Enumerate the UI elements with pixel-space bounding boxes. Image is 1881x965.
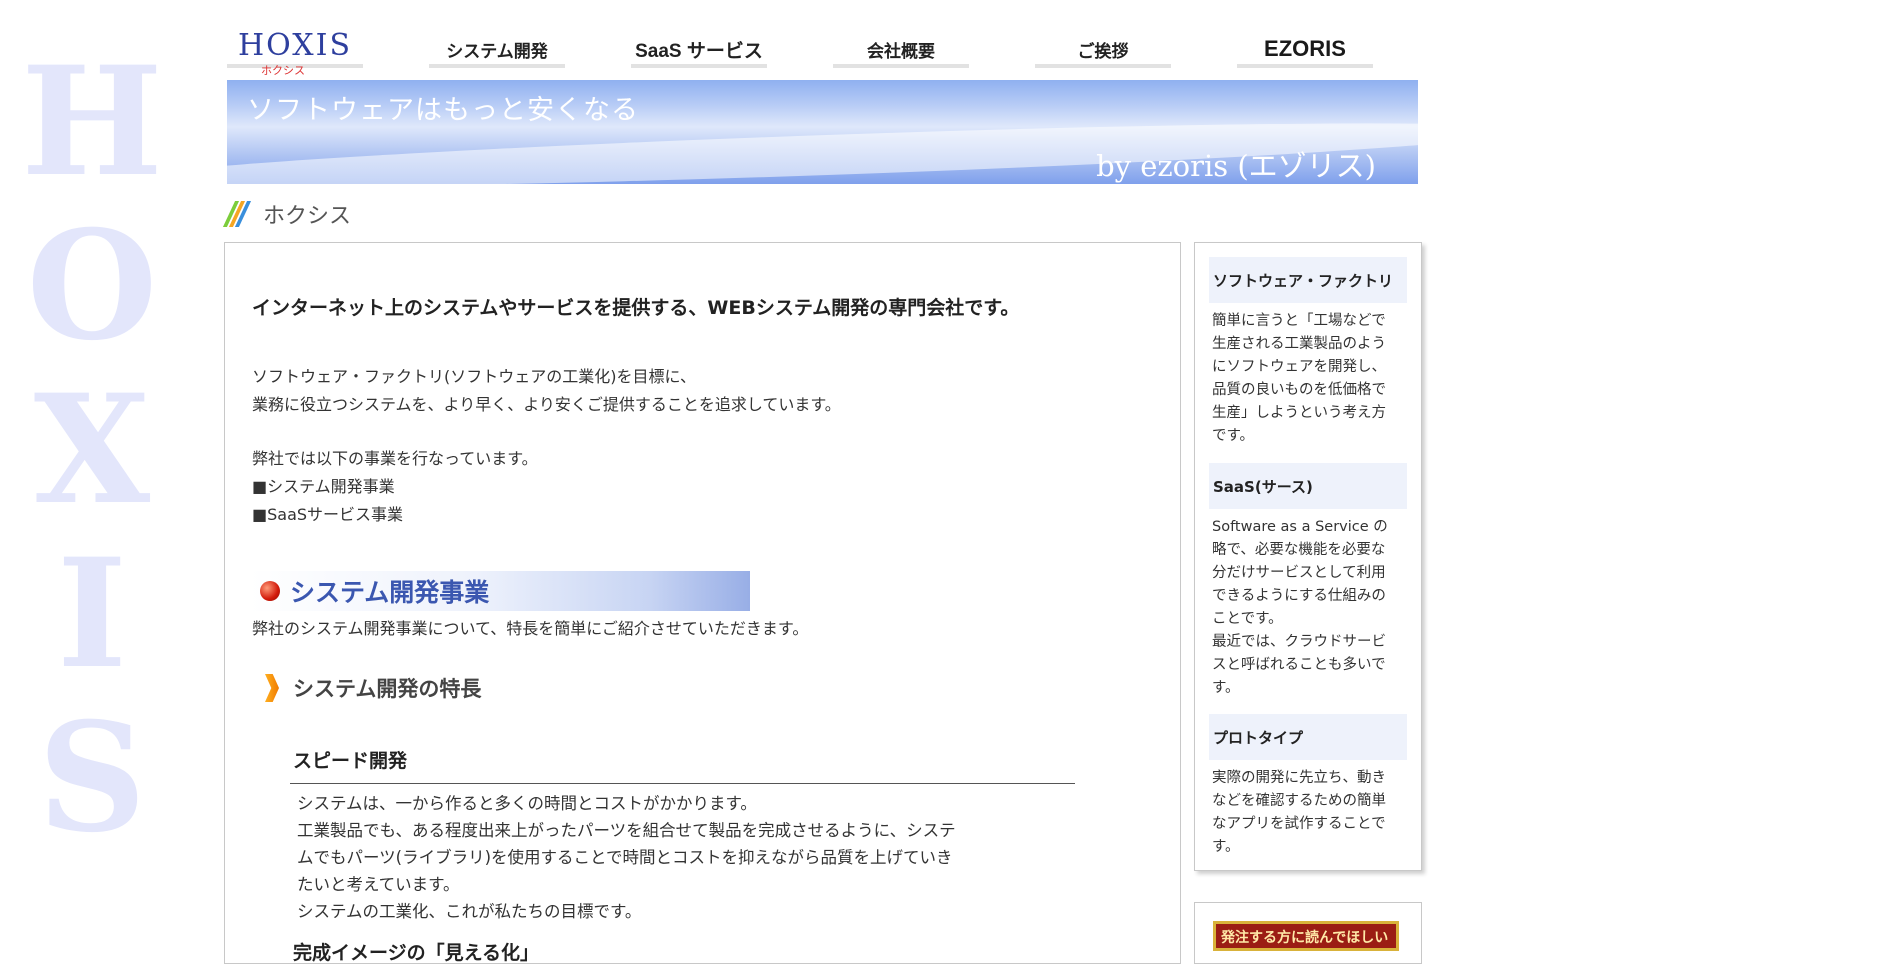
order-box: 発注する方に読んでほしい	[1194, 902, 1422, 964]
nav-greeting[interactable]: ご挨拶	[1035, 34, 1171, 68]
glossary-body: 簡単に言うと「工場などで 生産される工業製品のよう にソフトウェアを開発し、 品…	[1212, 310, 1402, 448]
logo-kana: ホクシス	[261, 64, 305, 77]
breadcrumb-label: ホクシス	[263, 204, 352, 229]
glossary-line: 品質の良いものを低価格で	[1212, 382, 1386, 398]
watermark-letter: I	[56, 526, 128, 702]
nav-ezoris-logo[interactable]: EZORIS	[1237, 34, 1373, 68]
breadcrumb: ホクシス	[222, 198, 352, 230]
business-list-intro: 弊社では以下の事業を行なっています。	[252, 449, 538, 468]
watermark-letter: H	[21, 34, 163, 210]
glossary-line: す。	[1212, 680, 1240, 696]
subsection-header: システム開発の特長	[265, 673, 481, 703]
logo-text: HOXIS	[238, 27, 352, 63]
glossary-line: できるようにする仕組みの	[1212, 588, 1386, 604]
glossary-title: プロトタイプ	[1209, 714, 1407, 760]
chevron-right-icon	[265, 674, 279, 702]
intro-line: 業務に役立つシステムを、より早く、より安くご提供することを追求しています。	[252, 395, 841, 414]
speed-line: たいと考えています。	[297, 875, 460, 894]
watermark-letter: S	[37, 690, 147, 866]
watermark-letter: X	[33, 362, 151, 538]
slashes-icon	[222, 201, 252, 227]
divider	[290, 783, 1075, 784]
next-heading: 完成イメージの「見える化」	[293, 942, 540, 964]
nav-saas-service[interactable]: SaaS サービス	[631, 34, 767, 68]
speed-line: 工業製品でも、ある程度出来上がったパーツを組合せて製品を完成させるように、システ	[297, 821, 956, 840]
glossary-body: 実際の開発に先立ち、動き などを確認するための簡単 なアプリを試作することで す…	[1212, 767, 1402, 859]
intro-paragraph: ソフトウェア・ファクトリ(ソフトウェアの工業化)を目標に、 業務に役立つシステム…	[252, 363, 841, 419]
business-list: 弊社では以下の事業を行なっています。 ■システム開発事業 ■SaaSサービス事業	[252, 445, 538, 529]
main-content: インターネット上のシステムやサービスを提供する、WEBシステム開発の専門会社です…	[224, 242, 1181, 964]
nav-system-development[interactable]: システム開発	[429, 34, 565, 68]
order-guide-button[interactable]: 発注する方に読んでほしい	[1213, 921, 1399, 951]
glossary-line: などを確認するための簡単	[1212, 793, 1386, 809]
glossary-line: 生産される工業製品のよう	[1212, 336, 1386, 352]
speed-heading: スピード開発	[293, 750, 408, 772]
red-bullet-icon	[260, 581, 280, 601]
glossary-line: Software as a Service の	[1212, 519, 1388, 535]
hoxis-watermark: H O X I S	[21, 34, 163, 866]
speed-line: システムは、一から作ると多くの時間とコストがかかります。	[297, 794, 757, 813]
glossary-body: Software as a Service の 略で、必要な機能を必要な 分だけ…	[1212, 516, 1402, 700]
glossary-line: にソフトウェアを開発し、	[1212, 359, 1386, 375]
section-title: システム開発事業	[290, 578, 490, 607]
glossary-line: なアプリを試作することで	[1212, 816, 1386, 832]
speed-line: システムの工業化、これが私たちの目標です。	[297, 902, 642, 921]
top-nav: HOXIS ホクシス システム開発 SaaS サービス 会社概要 ご挨拶 EZO…	[227, 8, 1417, 77]
glossary-line: 略で、必要な機能を必要な	[1212, 542, 1386, 558]
glossary-line: 分だけサービスとして利用	[1212, 565, 1386, 581]
glossary-line: 簡単に言うと「工場などで	[1212, 313, 1386, 329]
nav-home-logo[interactable]: HOXIS ホクシス	[227, 28, 363, 77]
glossary-title: ソフトウェア・ファクトリ	[1209, 257, 1407, 303]
hero-banner: ソフトウェアはもっと安くなる by ezoris (エゾリス)	[227, 80, 1418, 184]
speed-line: ムでもパーツ(ライブラリ)を使用することで時間とコストを抑えながら品質を上げてい…	[297, 848, 953, 867]
glossary-line: 実際の開発に先立ち、動き	[1212, 770, 1386, 786]
section-banner: システム開発事業	[250, 571, 750, 611]
lead-heading: インターネット上のシステムやサービスを提供する、WEBシステム開発の専門会社です…	[252, 297, 1020, 319]
subsection-title: システム開発の特長	[293, 676, 482, 701]
business-item: ■システム開発事業	[252, 477, 395, 496]
glossary-line: 最近では、クラウドサービ	[1212, 634, 1386, 650]
watermark-letter: O	[26, 198, 158, 374]
glossary-title: SaaS(サース)	[1209, 463, 1407, 509]
glossary-line: ことです。	[1212, 611, 1283, 627]
speed-body: システムは、一から作ると多くの時間とコストがかかります。 工業製品でも、ある程度…	[297, 790, 1017, 925]
intro-line: ソフトウェア・ファクトリ(ソフトウェアの工業化)を目標に、	[252, 367, 697, 386]
section-intro: 弊社のシステム開発事業について、特長を簡単にご紹介させていただきます。	[252, 619, 809, 638]
nav-company-profile[interactable]: 会社概要	[833, 34, 969, 68]
glossary-line: す。	[1212, 839, 1240, 855]
glossary-sidebar: ソフトウェア・ファクトリ 簡単に言うと「工場などで 生産される工業製品のよう に…	[1194, 242, 1422, 871]
glossary-line: スと呼ばれることも多いで	[1212, 657, 1386, 673]
banner-title: ソフトウェアはもっと安くなる	[247, 95, 639, 126]
glossary-line: 生産」しようという考え方	[1212, 405, 1386, 421]
business-item: ■SaaSサービス事業	[252, 505, 404, 524]
banner-byline: by ezoris (エゾリス)	[1096, 149, 1376, 183]
glossary-line: です。	[1212, 428, 1255, 444]
